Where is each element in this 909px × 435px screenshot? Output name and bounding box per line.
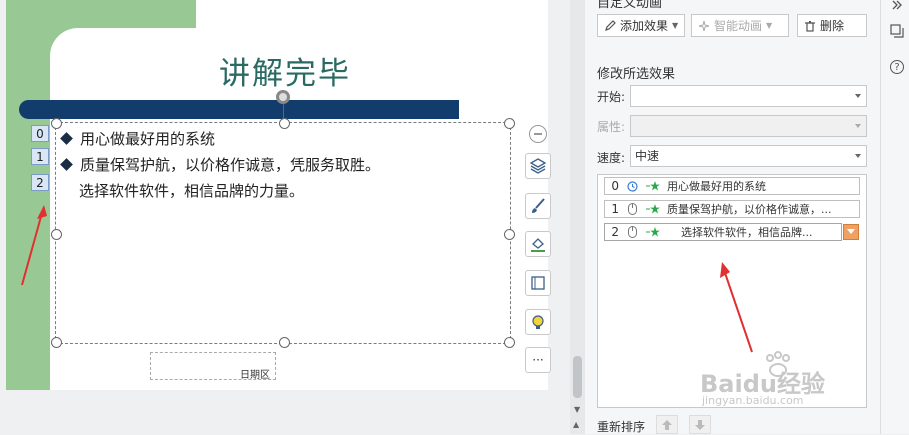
start-label: 开始: xyxy=(597,90,626,104)
minus-circle-icon[interactable] xyxy=(529,125,547,143)
property-dropdown[interactable] xyxy=(630,115,867,137)
resize-handle-sw[interactable] xyxy=(51,337,62,348)
chevron-down-icon: ▼ xyxy=(766,21,773,30)
animation-tag-0[interactable]: 0 xyxy=(31,125,49,142)
move-down-button[interactable] xyxy=(689,415,711,434)
title-underline-bar xyxy=(19,100,459,119)
delete-button[interactable]: 删除 xyxy=(797,14,867,37)
resize-handle-ne[interactable] xyxy=(504,118,515,129)
animation-list-item[interactable]: 1 质量保驾护航，以价格作诚意，... xyxy=(604,200,860,218)
animation-list-item[interactable]: 0 用心做最好用的系统 xyxy=(604,177,860,195)
plain-text-line[interactable]: 选择软件软件，相信品牌的力量。 xyxy=(79,180,304,201)
scroll-down-icon[interactable]: ▼ xyxy=(574,405,580,414)
frame-icon[interactable] xyxy=(525,270,551,296)
mouse-icon xyxy=(625,226,639,238)
chevron-down-icon xyxy=(855,154,861,158)
expand-icon[interactable] xyxy=(888,0,906,14)
item-menu-button[interactable] xyxy=(843,224,859,240)
property-label: 属性: xyxy=(597,120,626,134)
magic-icon xyxy=(698,20,710,31)
more-icon[interactable]: ··· xyxy=(525,347,551,373)
bullet-item[interactable]: 用心做最好用的系统 xyxy=(60,128,215,149)
bulb-icon[interactable] xyxy=(525,309,551,335)
bullet-item[interactable]: 质量保驾护航，以价格作诚意，凭服务取胜。 xyxy=(60,154,380,175)
chevron-down-icon xyxy=(847,229,855,234)
slide-title[interactable]: 讲解完毕 xyxy=(150,48,420,93)
speed-dropdown[interactable]: 中速 xyxy=(630,145,867,167)
star-effect-icon xyxy=(645,180,661,192)
baidu-watermark: Baidu经验 jingyan.baidu.com xyxy=(700,350,870,410)
fill-icon[interactable] xyxy=(525,231,551,257)
chevron-down-icon xyxy=(855,124,861,128)
move-up-button[interactable] xyxy=(656,415,678,434)
scroll-page-up-icon[interactable]: ▲ xyxy=(573,420,579,429)
layers-icon[interactable] xyxy=(525,153,551,179)
add-effect-button[interactable]: 添加效果 ▼ xyxy=(597,14,685,37)
resize-handle-s[interactable] xyxy=(279,337,290,348)
animation-tag-2[interactable]: 2 xyxy=(31,174,49,191)
pencil-icon xyxy=(605,19,616,31)
animation-list-item-selected[interactable]: 2 选择软件软件，相信品牌... xyxy=(604,223,842,241)
date-placeholder-label: 日期区 xyxy=(240,370,270,381)
reorder-label: 重新排序 xyxy=(597,420,646,434)
copy-icon[interactable] xyxy=(888,22,906,40)
diamond-bullet-icon xyxy=(60,132,73,145)
chevron-down-icon: ▼ xyxy=(672,21,679,30)
resize-handle-e[interactable] xyxy=(504,229,515,240)
smart-animation-button[interactable]: 智能动画 ▼ xyxy=(691,14,789,37)
resize-handle-n[interactable] xyxy=(279,118,290,129)
chevron-down-icon xyxy=(855,94,861,98)
scrollbar-thumb[interactable] xyxy=(573,356,582,398)
diamond-bullet-icon xyxy=(60,158,73,171)
arrow-up-icon xyxy=(662,419,672,430)
trash-icon xyxy=(805,20,815,32)
rotate-handle[interactable] xyxy=(276,90,290,104)
resize-handle-nw[interactable] xyxy=(51,118,62,129)
speed-label: 速度: xyxy=(597,151,626,165)
star-effect-icon xyxy=(645,226,661,238)
panel-title: 自定义动画 xyxy=(597,0,663,11)
arrow-down-icon xyxy=(695,419,705,430)
resize-handle-w[interactable] xyxy=(51,229,62,240)
brush-icon[interactable] xyxy=(525,193,551,219)
start-dropdown[interactable] xyxy=(630,85,867,107)
watermark-url: jingyan.baidu.com xyxy=(702,394,804,407)
mouse-icon xyxy=(625,203,639,215)
modify-effect-heading: 修改所选效果 xyxy=(597,67,676,82)
animation-tag-1[interactable]: 1 xyxy=(31,148,49,165)
resize-handle-se[interactable] xyxy=(504,337,515,348)
star-effect-icon xyxy=(645,203,661,215)
help-icon[interactable]: ? xyxy=(888,58,906,76)
clock-icon xyxy=(625,180,639,192)
